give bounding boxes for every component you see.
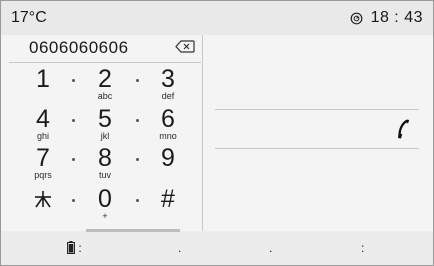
bottom-item-3[interactable]: . (269, 241, 272, 255)
separator-dot (72, 199, 75, 202)
bottom-bar: : . . : (1, 229, 433, 265)
bottom-item-4[interactable]: : (361, 241, 364, 255)
key-letters: def (161, 91, 175, 101)
key-digit: 6 (161, 105, 175, 133)
key-4[interactable]: 4 ghi (23, 107, 63, 143)
panel-divider (202, 35, 203, 231)
clock-time: 18 : 43 (370, 9, 423, 26)
temperature-readout: 17°C (11, 9, 47, 26)
key-letters: pqrs (34, 170, 52, 180)
key-digit: 4 (36, 105, 50, 133)
key-digit: 5 (98, 105, 112, 133)
key-0[interactable]: 0 + (85, 187, 125, 223)
battery-status: : (67, 241, 82, 255)
number-underline (9, 62, 201, 63)
key-digit: # (161, 185, 175, 213)
battery-icon (67, 241, 75, 255)
key-7[interactable]: 7 pqrs (23, 146, 63, 182)
key-digit: 3 (161, 65, 175, 93)
bottom-highlight (86, 229, 180, 232)
separator-dot (72, 119, 75, 122)
key-hash[interactable]: # (148, 187, 188, 223)
key-letters: tuv (98, 170, 111, 180)
dialed-number-field[interactable]: 0606060606 (29, 38, 129, 58)
key-digit: 0 (98, 185, 112, 213)
separator-dot (136, 79, 139, 82)
clock-display: 18 : 43 (350, 9, 423, 27)
separator-dot (72, 79, 75, 82)
key-5[interactable]: 5 jkl (85, 107, 125, 143)
status-bar: 17°C 18 : 43 (1, 1, 433, 35)
key-letters: + (102, 211, 108, 221)
key-6[interactable]: 6 mno (148, 107, 188, 143)
separator-dot (136, 158, 139, 161)
key-3[interactable]: 3 def (148, 67, 188, 103)
call-row-top-divider (215, 109, 419, 110)
battery-dots: : (78, 241, 82, 255)
separator-dot (136, 119, 139, 122)
key-star[interactable] (23, 187, 63, 223)
phone-dialer-screen: 17°C 18 : 43 0606060606 1 2 abc 3 def 4 … (0, 0, 434, 266)
key-9[interactable]: 9 (148, 146, 188, 182)
key-letters: abc (97, 91, 113, 101)
separator-dot (72, 158, 75, 161)
key-8[interactable]: 8 tuv (85, 146, 125, 182)
backspace-icon[interactable] (175, 40, 195, 53)
key-2[interactable]: 2 abc (85, 67, 125, 103)
key-letters: ghi (36, 131, 49, 141)
separator-dot (136, 199, 139, 202)
key-digit: 1 (36, 65, 50, 93)
key-1[interactable]: 1 (23, 67, 63, 103)
key-digit: 7 (36, 144, 50, 172)
key-digit: 2 (98, 65, 112, 93)
key-letters: jkl (100, 131, 110, 141)
bottom-item-2[interactable]: . (178, 241, 181, 255)
call-row-bottom-divider (215, 148, 419, 149)
star-icon (35, 191, 51, 208)
key-digit: 8 (98, 144, 112, 172)
key-digit: 9 (161, 144, 175, 172)
phone-handset-icon[interactable] (396, 118, 410, 140)
clock-icon (350, 12, 362, 24)
key-letters: mno (159, 131, 177, 141)
